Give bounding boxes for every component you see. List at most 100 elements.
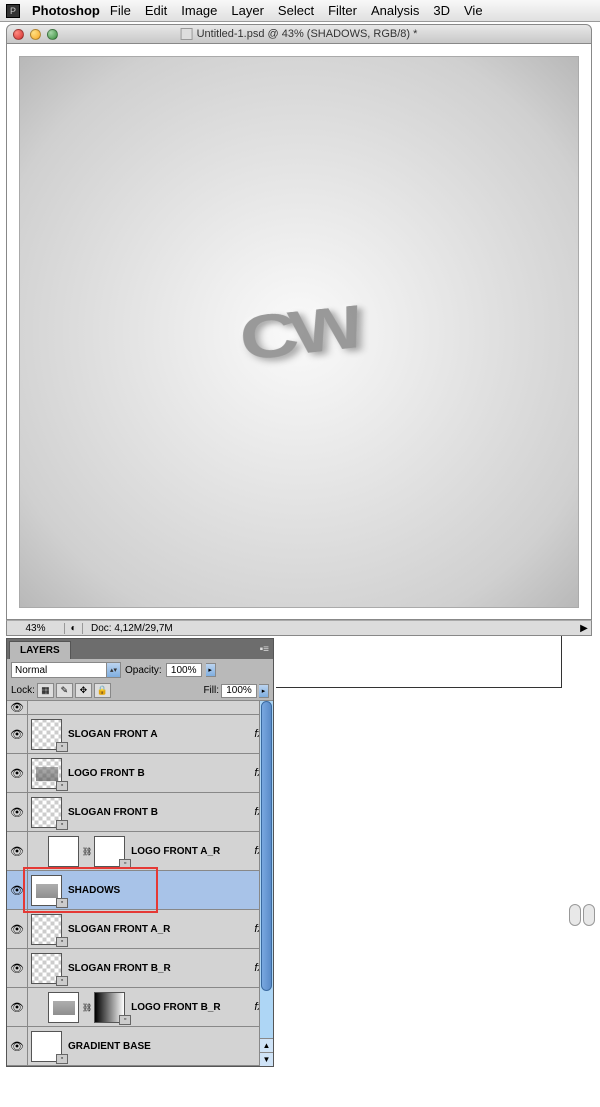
layer-name[interactable]: SLOGAN FRONT A_R (68, 924, 170, 935)
layer-thumbnail[interactable] (48, 836, 79, 867)
link-icon[interactable]: ⛓ (82, 1003, 92, 1012)
app-name[interactable]: Photoshop (32, 3, 100, 18)
thumbnail-badge-icon: ▫ (56, 781, 68, 791)
panel-tab-row: LAYERS ▪≡ (7, 639, 273, 659)
link-icon[interactable]: ⛓ (82, 847, 92, 856)
lock-transparency-icon[interactable]: ▦ (37, 683, 54, 698)
menu-edit[interactable]: Edit (145, 3, 167, 18)
fill-field[interactable]: 100% (221, 684, 257, 698)
layer-row-partial[interactable]: 👁 (7, 701, 273, 715)
lightbox-frame (276, 636, 562, 688)
visibility-eye-icon[interactable]: 👁 (10, 701, 24, 714)
thumbnail-badge-icon: ▫ (56, 820, 68, 830)
menu-view[interactable]: Vie (464, 3, 483, 18)
opacity-label: Opacity: (125, 665, 162, 676)
layer-name[interactable]: GRADIENT BASE (68, 1041, 151, 1052)
thumbnail-badge-icon: ▫ (56, 937, 68, 947)
dock-pill[interactable] (569, 904, 581, 926)
close-button[interactable] (13, 29, 24, 40)
layers-tab[interactable]: LAYERS (9, 641, 71, 659)
layers-panel: LAYERS ▪≡ Normal ▴▾ Opacity: 100% ▸ Lock… (6, 638, 274, 1067)
layer-thumbnail[interactable] (48, 992, 79, 1023)
blend-mode-select[interactable]: Normal ▴▾ (11, 662, 121, 678)
zoom-button[interactable] (47, 29, 58, 40)
menu-3d[interactable]: 3D (433, 3, 450, 18)
zoom-field[interactable]: 43% (7, 623, 65, 634)
visibility-eye-icon[interactable]: 👁 (10, 728, 24, 741)
fill-label: Fill: (203, 685, 219, 696)
traffic-lights (13, 29, 58, 40)
thumbnail-badge-icon: ▫ (119, 1015, 131, 1025)
thumbnail-badge-icon: ▫ (56, 898, 68, 908)
menu-image[interactable]: Image (181, 3, 217, 18)
menu-layer[interactable]: Layer (231, 3, 264, 18)
layer-name[interactable]: LOGO FRONT B (68, 768, 145, 779)
layer-row[interactable]: 👁▫SLOGAN FRONT A_Rfx▾ (7, 910, 273, 949)
layer-row[interactable]: 👁 ▫GRADIENT BASE (7, 1027, 273, 1066)
layer-name[interactable]: SLOGAN FRONT A (68, 729, 158, 740)
layer-name[interactable]: LOGO FRONT B_R (131, 1002, 220, 1013)
artwork-preview: CW (238, 294, 367, 377)
panel-menu-icon[interactable]: ▪≡ (260, 644, 269, 655)
status-menu-arrow[interactable]: ▶ (577, 623, 591, 634)
scroll-down-button[interactable]: ▼ (260, 1052, 273, 1066)
p-icon: P (6, 4, 20, 18)
document-window: Untitled-1.psd @ 43% (SHADOWS, RGB/8) * … (6, 24, 592, 636)
canvas[interactable]: CW (19, 56, 579, 608)
lock-all-icon[interactable]: 🔒 (94, 683, 111, 698)
document-title: Untitled-1.psd @ 43% (SHADOWS, RGB/8) * (181, 28, 418, 40)
menu-select[interactable]: Select (278, 3, 314, 18)
layer-name[interactable]: SLOGAN FRONT B_R (68, 963, 171, 974)
visibility-eye-icon[interactable]: 👁 (10, 767, 24, 780)
lock-position-icon[interactable]: ✥ (75, 683, 92, 698)
layer-row[interactable]: 👁▫LOGO FRONT Bfx▾ (7, 754, 273, 793)
lock-label: Lock: (11, 685, 35, 696)
thumbnail-badge-icon: ▫ (119, 859, 131, 869)
layer-name[interactable]: SHADOWS (68, 885, 120, 896)
thumbnail-badge-icon: ▫ (56, 742, 68, 752)
opacity-field[interactable]: 100% (166, 663, 202, 677)
scrollbar[interactable]: ▲ ▼ (259, 701, 273, 1066)
layer-name[interactable]: SLOGAN FRONT B (68, 807, 158, 818)
layer-row[interactable]: 👁▫SLOGAN FRONT Bfx▾ (7, 793, 273, 832)
lock-pixels-icon[interactable]: ✎ (56, 683, 73, 698)
menu-analysis[interactable]: Analysis (371, 3, 419, 18)
visibility-eye-icon[interactable]: 👁 (10, 1040, 24, 1053)
menu-bar: P Photoshop File Edit Image Layer Select… (0, 0, 600, 22)
canvas-area: CW (6, 44, 592, 620)
layer-row[interactable]: 👁▫⛓LOGO FRONT B_Rfx▾ (7, 988, 273, 1027)
visibility-eye-icon[interactable]: 👁 (10, 1001, 24, 1014)
status-icon[interactable]: ◐ (65, 623, 83, 634)
dock-pill[interactable] (583, 904, 595, 926)
visibility-eye-icon[interactable]: 👁 (10, 923, 24, 936)
opacity-arrow[interactable]: ▸ (206, 663, 216, 677)
visibility-eye-icon[interactable]: 👁 (10, 884, 24, 897)
select-arrows-icon: ▴▾ (106, 663, 120, 677)
thumbnail-badge-icon: ▫ (56, 976, 68, 986)
blend-row: Normal ▴▾ Opacity: 100% ▸ (7, 659, 273, 681)
doc-size[interactable]: Doc: 4,12M/29,7M (83, 623, 577, 634)
right-dock-widget[interactable] (568, 904, 598, 932)
layer-row[interactable]: 👁▫⛓LOGO FRONT A_Rfx▾ (7, 832, 273, 871)
scroll-up-button[interactable]: ▲ (260, 1038, 273, 1052)
layer-name[interactable]: LOGO FRONT A_R (131, 846, 220, 857)
window-titlebar[interactable]: Untitled-1.psd @ 43% (SHADOWS, RGB/8) * (6, 24, 592, 44)
layer-row[interactable]: 👁▫SLOGAN FRONT Afx▾ (7, 715, 273, 754)
layer-row[interactable]: 👁▫SLOGAN FRONT B_Rfx▾ (7, 949, 273, 988)
blend-mode-value: Normal (15, 665, 47, 676)
visibility-eye-icon[interactable]: 👁 (10, 806, 24, 819)
minimize-button[interactable] (30, 29, 41, 40)
thumbnail-badge-icon: ▫ (56, 1054, 68, 1064)
lock-row: Lock: ▦ ✎ ✥ 🔒 Fill: 100% ▸ (7, 681, 273, 701)
menu-filter[interactable]: Filter (328, 3, 357, 18)
layer-row[interactable]: 👁 ▫SHADOWS (7, 871, 273, 910)
visibility-eye-icon[interactable]: 👁 (10, 845, 24, 858)
document-title-text: Untitled-1.psd @ 43% (SHADOWS, RGB/8) * (197, 28, 418, 40)
fill-arrow[interactable]: ▸ (259, 684, 269, 698)
layer-list: 👁 👁▫SLOGAN FRONT Afx▾👁▫LOGO FRONT Bfx▾👁▫… (7, 701, 273, 1066)
menu-file[interactable]: File (110, 3, 131, 18)
document-icon (181, 28, 193, 40)
scrollbar-thumb[interactable] (261, 701, 272, 991)
visibility-eye-icon[interactable]: 👁 (10, 962, 24, 975)
status-bar: 43% ◐ Doc: 4,12M/29,7M ▶ (6, 620, 592, 636)
